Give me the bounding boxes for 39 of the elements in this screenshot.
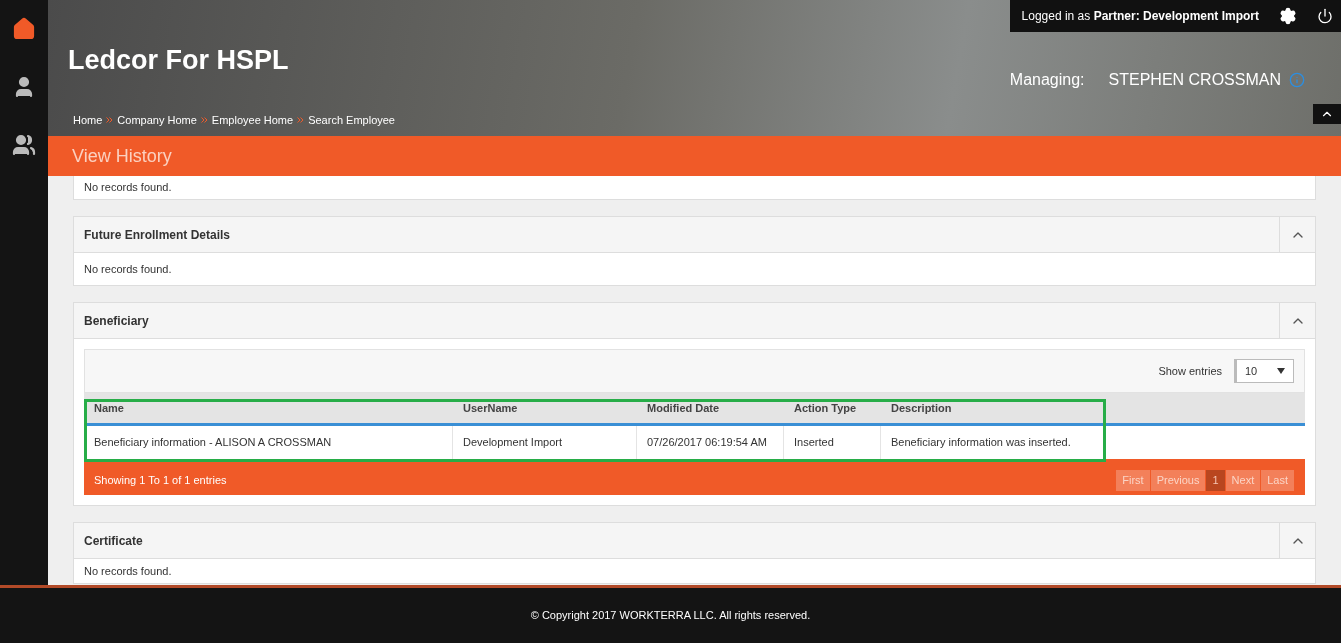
column-header: Action Type	[793, 400, 858, 416]
entries-select[interactable]: 10	[1234, 359, 1294, 383]
empty-message: No records found.	[84, 180, 172, 196]
panel-title: Beneficiary	[84, 312, 149, 330]
settings-button[interactable]	[1279, 7, 1297, 25]
column-header: Modified Date	[646, 400, 721, 416]
double-chevron-icon	[297, 117, 305, 124]
dropdown-arrow-icon	[1277, 368, 1285, 374]
managing-name: STEPHEN CROSSMAN	[1108, 70, 1281, 91]
breadcrumb-link[interactable]: Home	[73, 112, 103, 129]
table-cell: Beneficiary information - ALISON A CROSSMAN	[84, 426, 453, 459]
column-header: Description	[890, 400, 953, 416]
breadcrumb-link[interactable]: Employee Home	[211, 112, 294, 129]
page-title: View History	[72, 144, 172, 168]
table-cell: Inserted	[784, 426, 881, 459]
double-chevron-icon	[200, 117, 208, 124]
company-title: Ledcor For HSPL	[68, 43, 289, 77]
home-icon	[12, 17, 36, 41]
copyright-text: © Copyright 2017 WORKTERRA LLC. All rights reserved.	[530, 608, 811, 624]
pagination-button[interactable]: 1	[1206, 469, 1226, 491]
login-text: Logged in as Partner: Development Import	[1021, 8, 1259, 25]
column-header: UserName	[462, 400, 519, 416]
table-cell-text: Beneficiary information was inserted.	[890, 435, 1072, 451]
breadcrumb-link[interactable]: Company Home	[117, 112, 197, 129]
panel-title: Future Enrollment Details	[84, 226, 231, 244]
empty-message: No records found.	[84, 261, 172, 277]
power-button[interactable]	[1317, 8, 1333, 24]
panel-title: Certificate	[84, 532, 143, 550]
table-cell: Development Import	[453, 426, 637, 459]
empty-message: No records found.	[84, 563, 172, 579]
table-cell: 07/26/2017 06:19:54 AM	[637, 426, 784, 459]
entries-info: Showing 1 To 1 of 1 entries	[94, 472, 227, 488]
show-entries-label: Show entries	[1158, 363, 1222, 379]
breadcrumb-link[interactable]: Search Employee	[308, 112, 395, 129]
managing-label: Managing:	[1009, 70, 1085, 91]
collapse-header-button[interactable]	[1313, 104, 1341, 125]
double-chevron-icon	[106, 117, 114, 124]
people-icon	[12, 133, 36, 157]
column-header: Name	[93, 400, 125, 416]
